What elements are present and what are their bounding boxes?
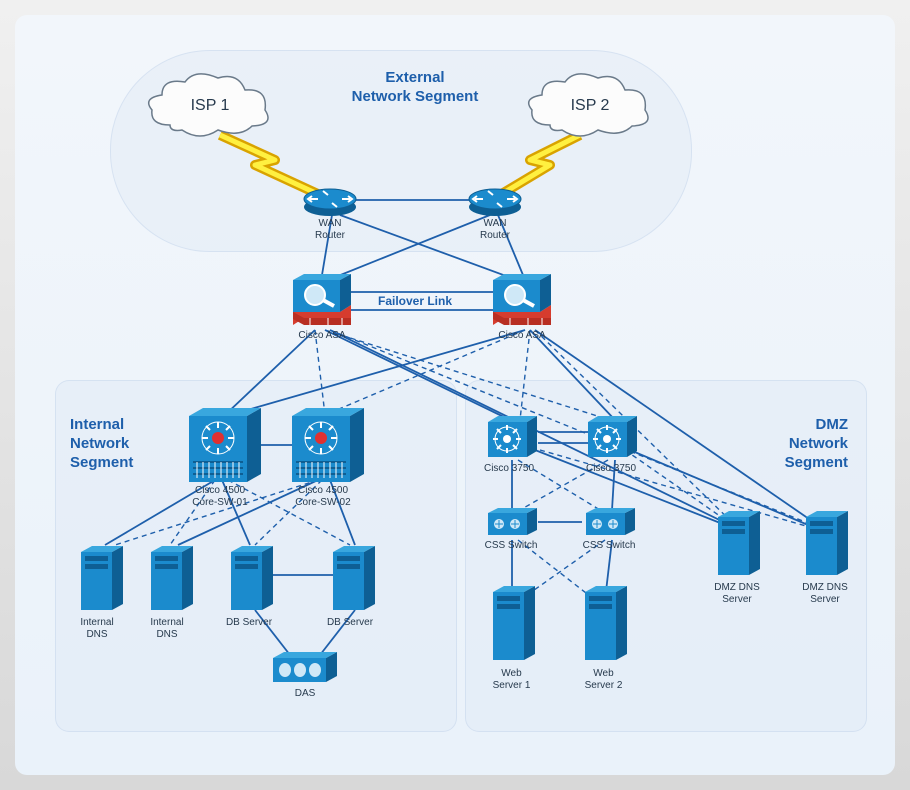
int-dns1-label: InternalDNS — [72, 617, 122, 641]
c3750a-label: Cisco 3750 — [478, 463, 540, 475]
wan-router-1-label: WANRouter — [305, 218, 355, 242]
web1-label: WebServer 1 — [484, 668, 539, 692]
web2-label: WebServer 2 — [576, 668, 631, 692]
isp2-label: ISP 2 — [560, 100, 620, 112]
dmz-segment-title: DMZNetworkSegment — [758, 415, 848, 472]
db1-label: DB Server — [219, 617, 279, 629]
db2-label: DB Server — [320, 617, 380, 629]
core1-label: Cisco 4500Core-SW-01 — [185, 485, 255, 509]
external-segment-title: ExternalNetwork Segment — [330, 68, 500, 106]
internal-segment-title: InternalNetworkSegment — [70, 415, 160, 472]
css1-label: CSS Switch — [478, 540, 544, 552]
isp1-label: ISP 1 — [180, 100, 240, 112]
network-diagram: .s{stroke:#1e5fab;stroke-width:1.8;fill:… — [0, 0, 910, 790]
dmz-dns1-label: DMZ DNSServer — [705, 582, 769, 606]
wan-router-2-label: WANRouter — [470, 218, 520, 242]
das-label: DAS — [280, 688, 330, 700]
asa1-label: Cisco ASA — [290, 330, 354, 342]
core2-label: Cisco 4500Core-SW-02 — [288, 485, 358, 509]
int-dns2-label: InternalDNS — [142, 617, 192, 641]
css2-label: CSS Switch — [576, 540, 642, 552]
dmz-dns2-label: DMZ DNSServer — [793, 582, 857, 606]
failover-label: Failover Link — [378, 294, 452, 308]
c3750b-label: Cisco 3750 — [580, 463, 642, 475]
asa2-label: Cisco ASA — [490, 330, 554, 342]
